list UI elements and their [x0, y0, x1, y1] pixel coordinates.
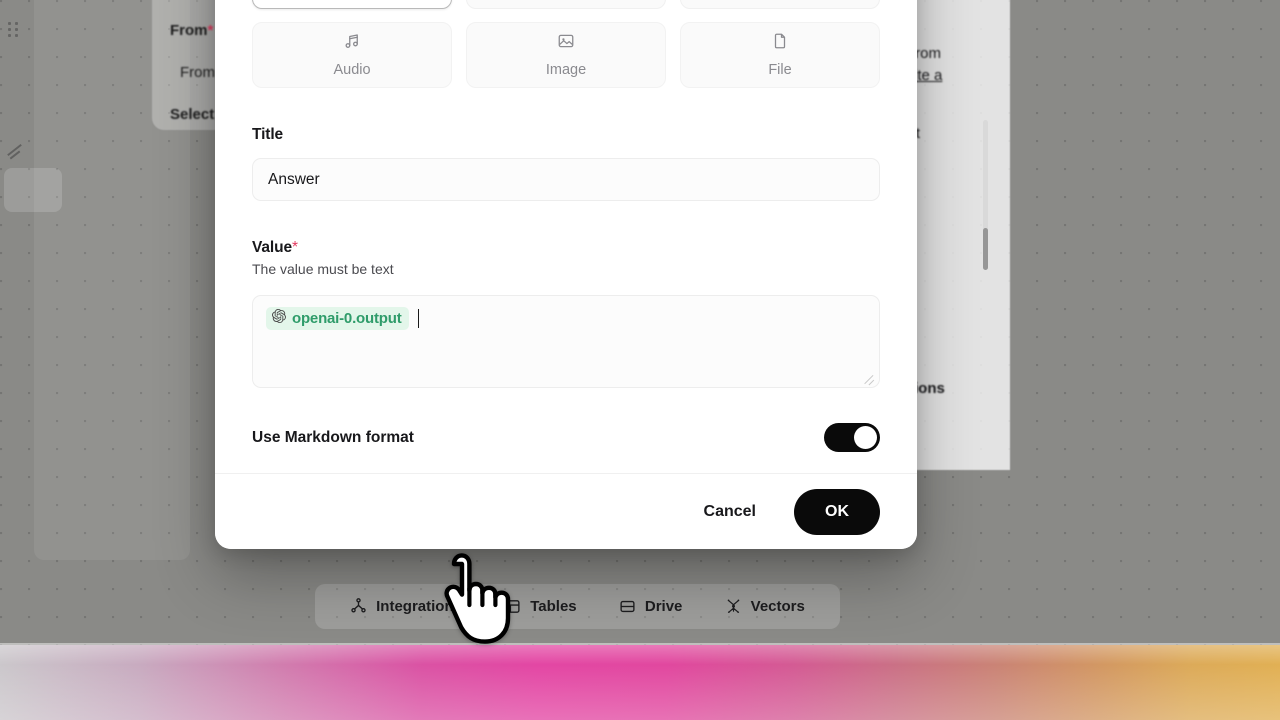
type-card-audio-label: Audio — [333, 62, 371, 78]
background-small-card — [4, 168, 62, 212]
bg-select-text: Select — [170, 106, 215, 123]
drag-grip-icon[interactable] — [8, 22, 21, 41]
resize-handle-icon[interactable] — [6, 142, 22, 158]
bg-from-value: From — [180, 64, 215, 81]
markdown-toggle[interactable] — [824, 423, 880, 452]
value-section: Value* The value must be text openai-0.o… — [252, 239, 880, 388]
title-input-value: Answer — [268, 170, 320, 188]
type-card-image[interactable]: Image — [466, 22, 666, 88]
cancel-button[interactable]: Cancel — [677, 490, 782, 533]
value-label: Value* — [252, 239, 880, 257]
toolbar-item-integrations[interactable]: Integrations — [350, 598, 462, 615]
file-icon — [771, 32, 789, 55]
modal-footer: Cancel OK — [215, 473, 917, 549]
bg-from-required: * — [207, 22, 214, 39]
type-card-file-label: File — [768, 62, 792, 78]
modal-body: Audio Image File Title Answer Value* The… — [215, 0, 917, 473]
value-required-marker: * — [292, 239, 298, 256]
toggle-knob — [854, 426, 877, 449]
variable-token-label: openai-0.output — [292, 309, 402, 327]
music-note-icon — [343, 32, 361, 55]
type-card-3[interactable] — [680, 0, 880, 9]
type-card-2[interactable] — [466, 0, 666, 9]
toolbar-label-integrations: Integrations — [376, 598, 462, 615]
bg-from-label: From — [170, 22, 208, 39]
integrations-icon — [350, 598, 367, 615]
background-panel-right[interactable]: from rite a 't tions — [905, 0, 1010, 470]
markdown-toggle-row: Use Markdown format — [252, 423, 880, 452]
value-label-text: Value — [252, 239, 292, 256]
title-label: Title — [252, 126, 284, 143]
title-input[interactable]: Answer — [252, 158, 880, 201]
type-card-audio[interactable]: Audio — [252, 22, 452, 88]
type-card-image-label: Image — [545, 62, 587, 78]
title-section: Title Answer — [252, 126, 880, 201]
value-textarea[interactable]: openai-0.output — [252, 295, 880, 388]
toolbar-label-drive: Drive — [644, 598, 683, 615]
bottom-toolbar: Integrations Tables Drive Vectors — [315, 584, 840, 629]
vectors-icon — [725, 598, 742, 615]
type-card-selected[interactable] — [252, 0, 452, 9]
text-caret — [417, 309, 419, 328]
toolbar-item-drive[interactable]: Drive — [619, 598, 683, 615]
bottom-gradient-strip — [0, 645, 1280, 720]
openai-logo-icon — [272, 309, 286, 327]
image-icon — [557, 32, 575, 55]
value-hint: The value must be text — [252, 261, 394, 277]
ok-button[interactable]: OK — [794, 488, 880, 535]
tables-icon — [504, 598, 521, 615]
toolbar-label-vectors: Vectors — [750, 598, 805, 615]
toolbar-item-vectors[interactable]: Vectors — [725, 598, 805, 615]
toolbar-label-tables: Tables — [530, 598, 577, 615]
background-scrollbar[interactable] — [983, 120, 988, 270]
markdown-toggle-label: Use Markdown format — [252, 428, 414, 446]
screen: From* From Select from rite a 't tions — [0, 0, 1280, 720]
variable-token-chip[interactable]: openai-0.output — [266, 307, 409, 330]
type-selector-row-2: Audio Image File — [252, 22, 880, 88]
textarea-resize-handle-icon[interactable] — [863, 372, 875, 384]
toolbar-item-tables[interactable]: Tables — [504, 598, 577, 615]
edit-field-modal: Audio Image File Title Answer Value* The… — [215, 0, 917, 549]
drive-icon — [619, 598, 636, 615]
type-selector-row-1 — [252, 0, 880, 9]
type-card-file[interactable]: File — [680, 22, 880, 88]
